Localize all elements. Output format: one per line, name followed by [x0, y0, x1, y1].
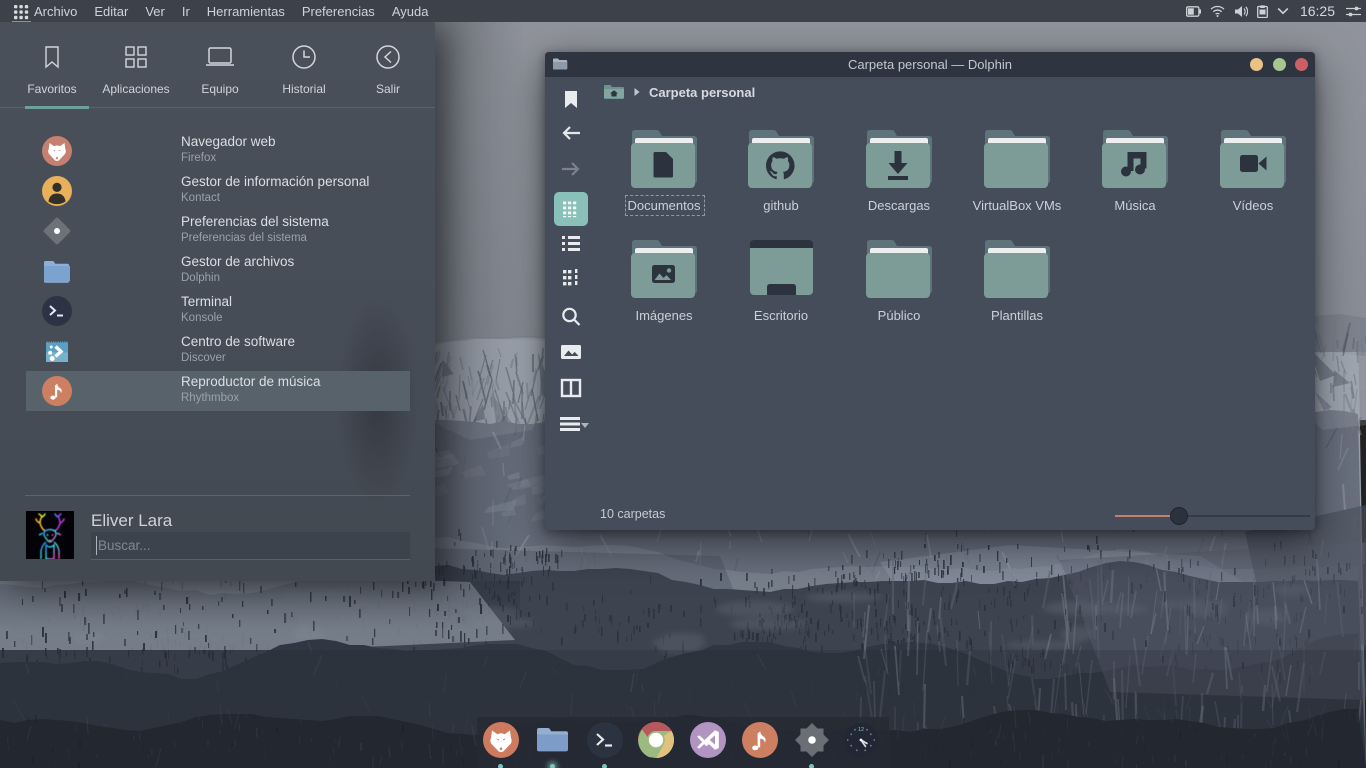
svg-text:12: 12	[858, 727, 864, 733]
